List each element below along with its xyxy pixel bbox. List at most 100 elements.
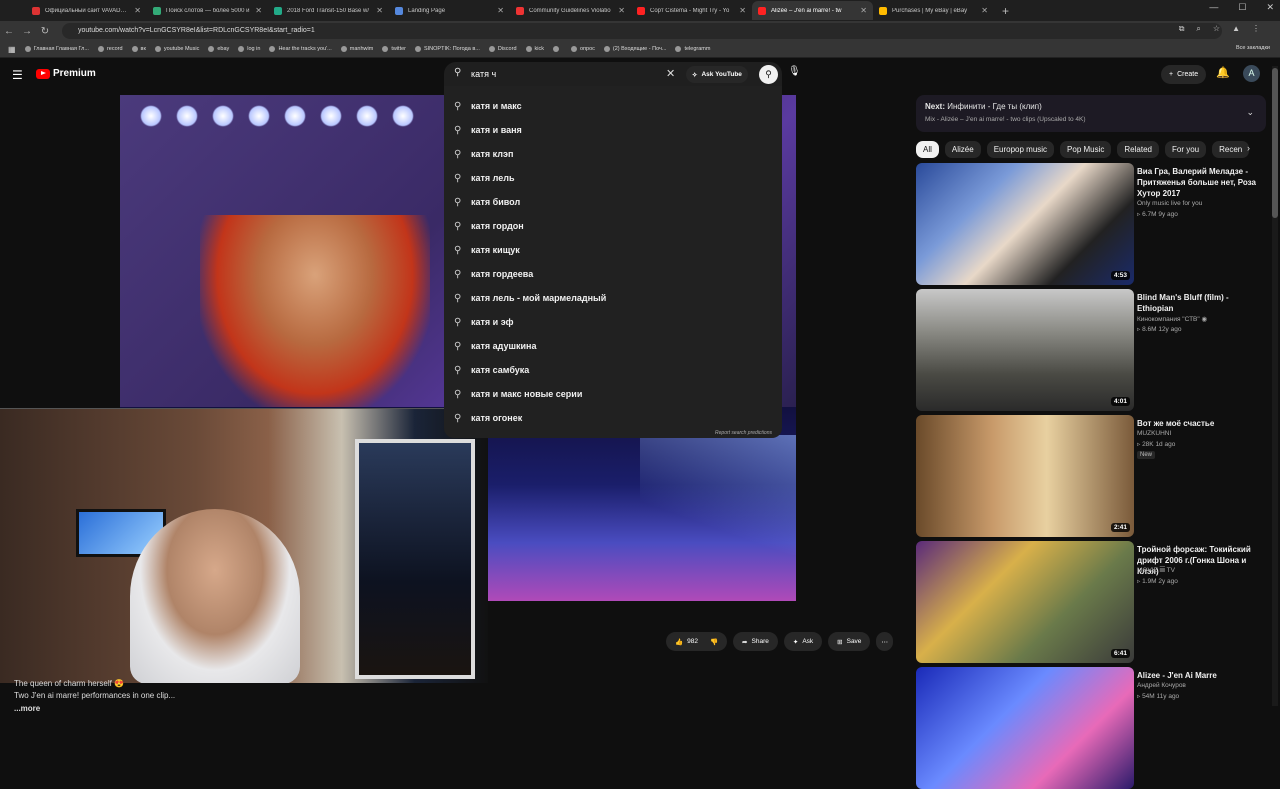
filter-chip[interactable]: Alizée — [944, 141, 981, 158]
bookmark-item[interactable]: опрос — [571, 46, 595, 52]
bookmark-star-icon[interactable]: ☆ — [1213, 24, 1220, 34]
microphone-icon[interactable]: 🎙 — [788, 66, 801, 77]
search-button[interactable]: ⚲ — [759, 65, 778, 84]
extension-icon[interactable]: ▲ — [1232, 24, 1240, 34]
minimize-icon[interactable]: — — [1209, 2, 1218, 13]
video-title[interactable]: Вот же моё счастье — [1137, 418, 1265, 429]
filter-chip[interactable]: For you — [1164, 141, 1207, 158]
browser-tab[interactable]: Purchases | My eBay | eBay ✕ — [873, 1, 994, 20]
browser-tab[interactable]: Landing Page ✕ — [389, 1, 510, 20]
reload-icon[interactable]: ↻ — [36, 26, 54, 37]
bookmark-item[interactable]: telegramm — [675, 46, 710, 52]
filter-chip[interactable]: Pop Music — [1060, 141, 1112, 158]
all-bookmarks[interactable]: Все закладки — [1236, 45, 1270, 51]
like-button[interactable]: 👍 982 👎 — [666, 632, 728, 651]
next-up-panel[interactable]: Next: Инфинити - Где ты (клип) Mix - Ali… — [916, 95, 1266, 132]
chevron-down-icon[interactable]: ⌄ — [1246, 107, 1254, 118]
browser-tab[interactable]: Поиск слотов — более 5000 и ✕ — [147, 1, 268, 20]
report-search-predictions-link[interactable]: Report search predictions — [715, 430, 772, 436]
channel-name[interactable]: Кинокомпания "СТВ" ◉ — [1137, 315, 1207, 323]
bookmark-item[interactable]: youtube Music — [154, 46, 199, 52]
video-title[interactable]: Blind Man's Bluff (film) - Ethiopian — [1137, 292, 1265, 314]
bookmark-item[interactable] — [553, 46, 562, 52]
browser-tab[interactable]: Официальный сайт VAVADA С ✕ — [26, 1, 147, 20]
bookmark-item[interactable]: kick — [525, 46, 544, 52]
tab-close-icon[interactable]: ✕ — [739, 6, 746, 15]
more-actions-button[interactable]: ⋯ — [876, 632, 893, 651]
bookmark-item[interactable]: (2) Входящие - Поч... — [603, 46, 666, 52]
close-window-icon[interactable]: ✕ — [1266, 2, 1274, 13]
bookmark-item[interactable]: log in — [238, 46, 260, 52]
clear-search-icon[interactable]: ✕ — [666, 67, 675, 80]
search-suggestion[interactable]: ⚲ катя адушкина — [444, 334, 782, 358]
description-more-link[interactable]: ...more — [14, 704, 40, 713]
filter-chip[interactable]: Europop music — [986, 141, 1055, 158]
zoom-icon[interactable]: ⌕ — [1196, 24, 1200, 34]
search-suggestion[interactable]: ⚲ катя самбука — [444, 358, 782, 382]
back-icon[interactable]: ← — [0, 26, 18, 37]
bookmark-item[interactable]: ebay — [208, 46, 229, 52]
bookmark-item[interactable]: Discord — [488, 46, 517, 52]
bookmark-item[interactable]: вк — [131, 46, 146, 52]
search-input[interactable]: катя ч — [471, 69, 496, 79]
url-field[interactable]: youtube.com/watch?v=LcnGCSYR8eI&list=RDL… — [62, 23, 1222, 39]
video-title[interactable]: Виа Гра, Валерий Меладзе - Притяженья бо… — [1137, 166, 1265, 199]
ask-button[interactable]: ✦ Ask — [783, 632, 823, 651]
tab-close-icon[interactable]: ✕ — [981, 6, 988, 15]
apps-grid-icon[interactable]: ▦ — [8, 45, 16, 54]
search-suggestion[interactable]: ⚲ катя и макс — [444, 94, 782, 118]
search-suggestion[interactable]: ⚲ катя клэп — [444, 142, 782, 166]
channel-name[interactable]: Андрей Кочуров — [1137, 682, 1186, 689]
tab-close-icon[interactable]: ✕ — [376, 6, 383, 15]
page-scrollbar[interactable] — [1272, 66, 1278, 706]
save-button[interactable]: ⊞ Save — [828, 632, 871, 651]
notifications-bell-icon[interactable]: 🔔 — [1216, 66, 1230, 79]
search-suggestion[interactable]: ⚲ катя лель — [444, 166, 782, 190]
filter-chip[interactable]: Recen — [1212, 141, 1250, 158]
chevron-right-icon[interactable]: › — [1247, 143, 1250, 153]
search-suggestion[interactable]: ⚲ катя и макс новые серии — [444, 382, 782, 406]
forward-icon[interactable]: → — [18, 26, 36, 37]
search-suggestion[interactable]: ⚲ катя гордеева — [444, 262, 782, 286]
tab-close-icon[interactable]: ✕ — [255, 6, 262, 15]
filter-chip[interactable]: Related — [1117, 141, 1159, 158]
channel-name[interactable]: MOVIE 𝄚 TV — [1137, 567, 1175, 575]
bookmark-item[interactable]: SINOPTIK: Погода в... — [414, 46, 480, 52]
tab-close-icon[interactable]: ✕ — [860, 6, 867, 15]
bookmark-item[interactable]: Hear the tracks you'... — [269, 46, 332, 52]
ask-youtube-button[interactable]: ✧ Ask YouTube — [686, 66, 748, 83]
recommended-video[interactable]: Alizee - J'en Ai Marre Андрей Кочуров ▹ 54… — [916, 667, 1276, 789]
recommended-video[interactable]: 4:53 Виа Гра, Валерий Меладзе - Притяжень… — [916, 163, 1276, 285]
share-button[interactable]: ➦ Share — [733, 632, 778, 651]
search-suggestion[interactable]: ⚲ катя огонек — [444, 406, 782, 430]
recommended-video[interactable]: 4:01 Blind Man's Bluff (film) - Ethiopian… — [916, 289, 1276, 411]
menu-dots-icon[interactable]: ⋮ — [1252, 24, 1260, 34]
browser-tab[interactable]: Alizée – J'en ai marre! - tw ✕ — [752, 1, 873, 20]
search-suggestion[interactable]: ⚲ катя кищук — [444, 238, 782, 262]
filter-chip[interactable]: All — [916, 141, 939, 158]
recommended-video[interactable]: 2:41 Вот же моё счастье MUZKUHNI ▹ 28K 1d a… — [916, 415, 1276, 537]
search-suggestion[interactable]: ⚲ катя лель - мой мармеладный — [444, 286, 782, 310]
dislike-icon[interactable]: 👎 — [710, 638, 718, 646]
hamburger-menu-icon[interactable]: ☰ — [12, 68, 23, 82]
create-button[interactable]: + Create — [1161, 65, 1207, 84]
search-suggestion[interactable]: ⚲ катя бивол — [444, 190, 782, 214]
bookmark-item[interactable]: manhwim — [340, 46, 373, 52]
search-suggestion[interactable]: ⚲ катя и эф — [444, 310, 782, 334]
video-title[interactable]: Alizee - J'en Ai Marre — [1137, 670, 1265, 681]
video-thumbnail[interactable]: 4:01 — [916, 289, 1134, 411]
tab-close-icon[interactable]: ✕ — [134, 6, 141, 15]
youtube-logo[interactable]: Premium — [36, 68, 96, 79]
bookmark-item[interactable]: twitter — [382, 46, 406, 52]
browser-tab[interactable]: Сорт Cistema - Might Try - Yo ✕ — [631, 1, 752, 20]
tab-close-icon[interactable]: ✕ — [497, 6, 504, 15]
channel-name[interactable]: MUZKUHNI — [1137, 430, 1171, 437]
search-suggestion[interactable]: ⚲ катя и ваня — [444, 118, 782, 142]
bookmark-item[interactable]: record — [97, 46, 123, 52]
browser-tab[interactable]: 2018 Ford Transit-150 Base w/ ✕ — [268, 1, 389, 20]
tab-close-icon[interactable]: ✕ — [618, 6, 625, 15]
recommended-video[interactable]: 6:41 Тройной форсаж: Токийский дрифт 2006… — [916, 541, 1276, 663]
browser-tab[interactable]: Community Guidelines Violatio ✕ — [510, 1, 631, 20]
search-suggestion[interactable]: ⚲ катя гордон — [444, 214, 782, 238]
video-thumbnail[interactable]: 2:41 — [916, 415, 1134, 537]
